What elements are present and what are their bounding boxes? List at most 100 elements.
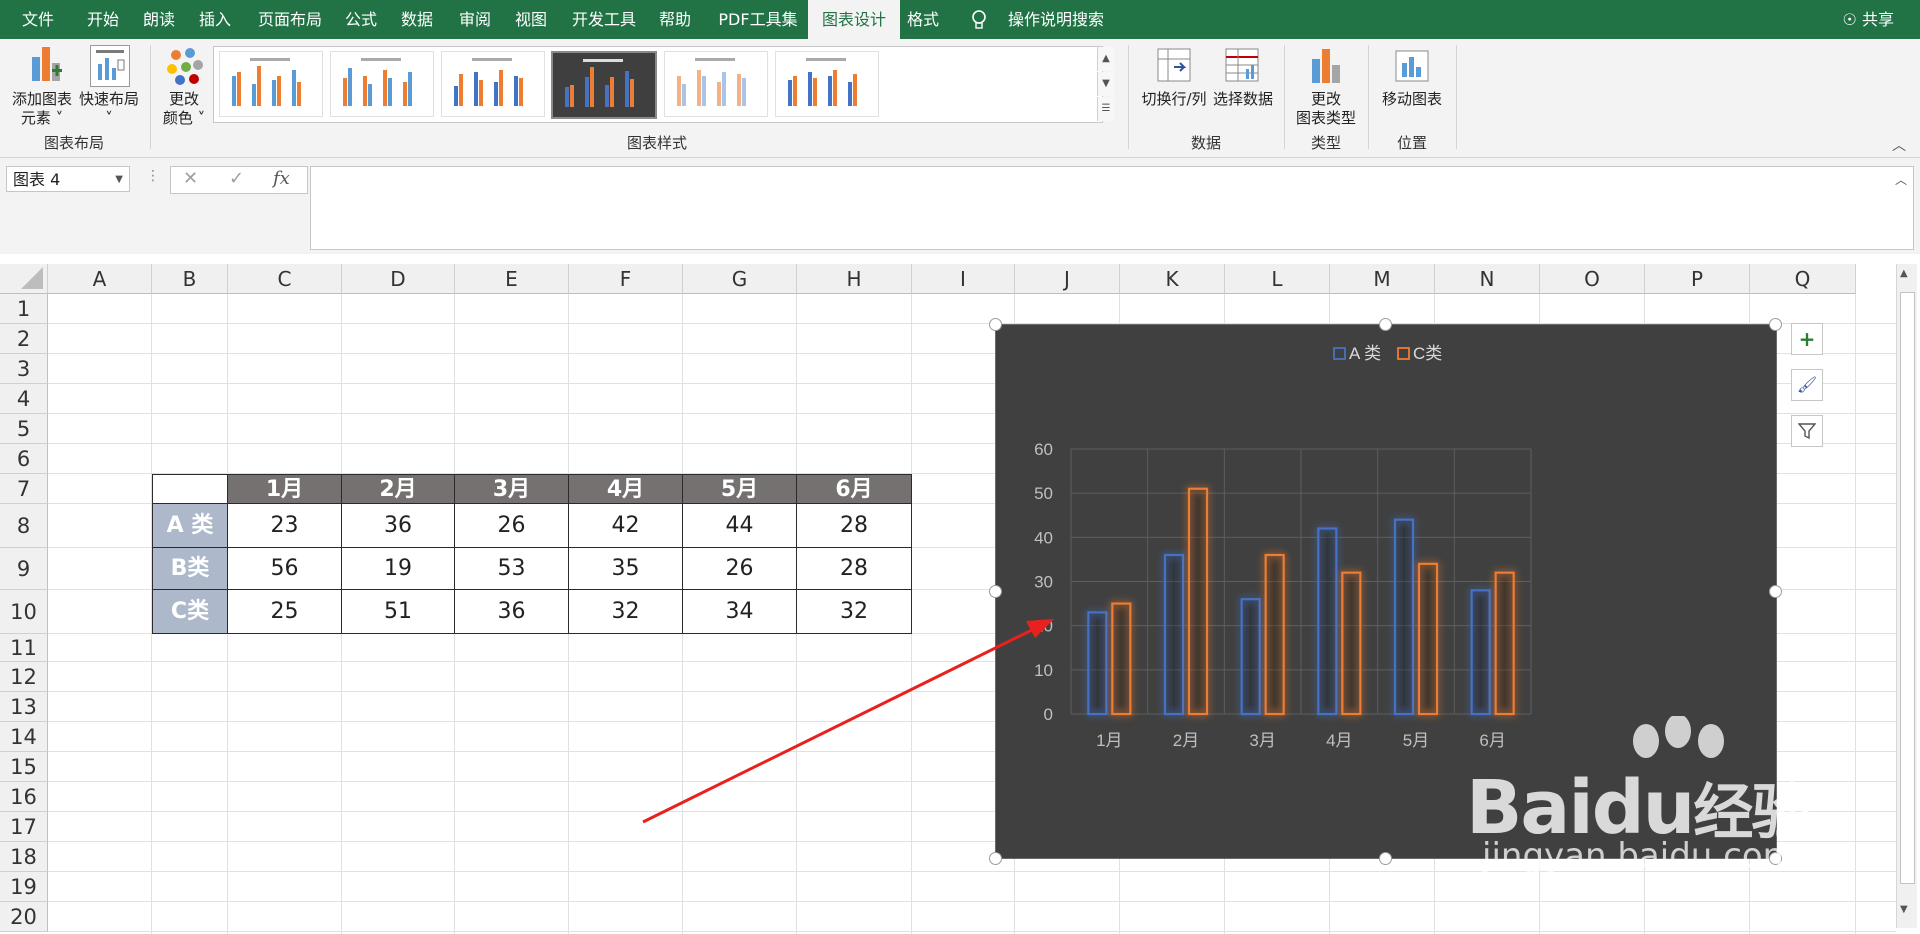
chart-style-thumb-3[interactable]	[441, 51, 545, 117]
confirm-icon[interactable]: ✓	[229, 168, 244, 189]
column-header-p[interactable]: P	[1645, 264, 1750, 294]
tab-view[interactable]: 视图	[506, 0, 556, 39]
table-cell[interactable]: 36	[342, 504, 455, 548]
chart-style-thumb-4-selected[interactable]	[551, 51, 657, 119]
bar-c-1[interactable]	[1111, 602, 1132, 716]
column-header-d[interactable]: D	[342, 264, 455, 294]
table-cell[interactable]: 32	[797, 590, 912, 634]
resize-handle[interactable]	[1769, 585, 1782, 598]
table-cell[interactable]: 28	[797, 504, 912, 548]
resize-handle[interactable]	[1769, 318, 1782, 331]
table-cell[interactable]: 44	[683, 504, 797, 548]
table-cell[interactable]: 28	[797, 548, 912, 590]
column-header-i[interactable]: I	[912, 264, 1015, 294]
row-header-18[interactable]: 18	[0, 842, 48, 872]
row-header-17[interactable]: 17	[0, 812, 48, 842]
column-header-a[interactable]: A	[48, 264, 152, 294]
table-header-cell[interactable]: 3月	[455, 474, 569, 504]
row-header-4[interactable]: 4	[0, 384, 48, 414]
chart-style-thumb-6[interactable]	[775, 51, 879, 117]
row-header-12[interactable]: 12	[0, 662, 48, 692]
select-all-corner[interactable]	[0, 264, 48, 294]
chart-filter-icon[interactable]	[1791, 415, 1823, 447]
chart-style-thumb-1[interactable]	[219, 51, 323, 117]
column-header-e[interactable]: E	[455, 264, 569, 294]
column-header-q[interactable]: Q	[1750, 264, 1856, 294]
bar-c-3[interactable]	[1264, 553, 1285, 716]
bar-a-4[interactable]	[1317, 527, 1338, 716]
column-header-f[interactable]: F	[569, 264, 683, 294]
row-header-1[interactable]: 1	[0, 294, 48, 324]
column-header-o[interactable]: O	[1540, 264, 1645, 294]
column-header-m[interactable]: M	[1330, 264, 1435, 294]
bar-a-5[interactable]	[1393, 518, 1415, 716]
bar-a-3[interactable]	[1240, 598, 1261, 716]
table-cell[interactable]: 35	[569, 548, 683, 590]
tab-page-layout[interactable]: 页面布局	[250, 0, 330, 39]
vertical-scrollbar[interactable]: ▲ ▼	[1896, 264, 1917, 928]
chart-elements-plus-icon[interactable]: +	[1791, 323, 1823, 355]
table-corner-cell[interactable]	[152, 474, 228, 504]
resize-handle[interactable]	[989, 585, 1002, 598]
row-header-19[interactable]: 19	[0, 872, 48, 902]
tell-me-search[interactable]: 操作说明搜索	[996, 0, 1116, 39]
table-cell[interactable]: 32	[569, 590, 683, 634]
row-header-10[interactable]: 10	[0, 590, 48, 634]
table-cell[interactable]: 19	[342, 548, 455, 590]
table-row-label[interactable]: C类	[152, 590, 228, 634]
tab-read-aloud[interactable]: 朗读	[134, 0, 184, 39]
tab-file[interactable]: 文件	[8, 0, 68, 39]
gallery-scroll-up-icon[interactable]: ▲	[1097, 47, 1114, 71]
chevron-down-icon[interactable]: ▼	[115, 167, 123, 193]
table-cell[interactable]: 53	[455, 548, 569, 590]
row-header-9[interactable]: 9	[0, 548, 48, 590]
bar-a-1[interactable]	[1087, 611, 1108, 716]
bar-a-6[interactable]	[1470, 589, 1491, 716]
row-header-15[interactable]: 15	[0, 752, 48, 782]
row-header-3[interactable]: 3	[0, 354, 48, 384]
column-header-g[interactable]: G	[683, 264, 797, 294]
table-row-label[interactable]: A 类	[152, 504, 228, 548]
chart-styles-gallery[interactable]	[213, 46, 1103, 123]
column-header-h[interactable]: H	[797, 264, 912, 294]
tab-developer[interactable]: 开发工具	[564, 0, 644, 39]
gallery-more-icon[interactable]: ☰	[1097, 97, 1114, 121]
tab-format[interactable]: 格式	[898, 0, 948, 39]
scroll-up-icon[interactable]: ▲	[1900, 268, 1908, 279]
row-header-13[interactable]: 13	[0, 692, 48, 722]
collapse-ribbon-icon[interactable]: ︿	[1892, 135, 1906, 155]
table-cell[interactable]: 26	[455, 504, 569, 548]
table-header-cell[interactable]: 5月	[683, 474, 797, 504]
bar-c-5[interactable]	[1417, 562, 1439, 716]
collapse-formula-icon[interactable]: ︿	[1895, 171, 1907, 188]
tab-chart-design[interactable]: 图表设计	[808, 0, 900, 39]
resize-handle[interactable]	[1379, 852, 1392, 865]
table-header-cell[interactable]: 4月	[569, 474, 683, 504]
table-header-cell[interactable]: 2月	[342, 474, 455, 504]
table-cell[interactable]: 26	[683, 548, 797, 590]
column-header-b[interactable]: B	[152, 264, 228, 294]
table-header-cell[interactable]: 1月	[228, 474, 342, 504]
bar-c-4[interactable]	[1341, 571, 1362, 716]
table-cell[interactable]: 23	[228, 504, 342, 548]
table-header-cell[interactable]: 6月	[797, 474, 912, 504]
table-cell[interactable]: 36	[455, 590, 569, 634]
row-header-16[interactable]: 16	[0, 782, 48, 812]
formula-input[interactable]: ︿	[310, 166, 1914, 250]
table-cell[interactable]: 34	[683, 590, 797, 634]
chart-style-thumb-5[interactable]	[664, 51, 768, 117]
tab-home[interactable]: 开始	[78, 0, 128, 39]
row-header-5[interactable]: 5	[0, 414, 48, 444]
table-row-label[interactable]: B类	[152, 548, 228, 590]
insert-function-icon[interactable]: fx	[273, 168, 290, 189]
table-cell[interactable]: 56	[228, 548, 342, 590]
table-cell[interactable]: 42	[569, 504, 683, 548]
tab-review[interactable]: 审阅	[450, 0, 500, 39]
tab-data[interactable]: 数据	[392, 0, 442, 39]
column-header-l[interactable]: L	[1225, 264, 1330, 294]
column-header-n[interactable]: N	[1435, 264, 1540, 294]
row-header-11[interactable]: 11	[0, 634, 48, 662]
table-cell[interactable]: 25	[228, 590, 342, 634]
row-header-6[interactable]: 6	[0, 444, 48, 474]
tab-formulas[interactable]: 公式	[336, 0, 386, 39]
